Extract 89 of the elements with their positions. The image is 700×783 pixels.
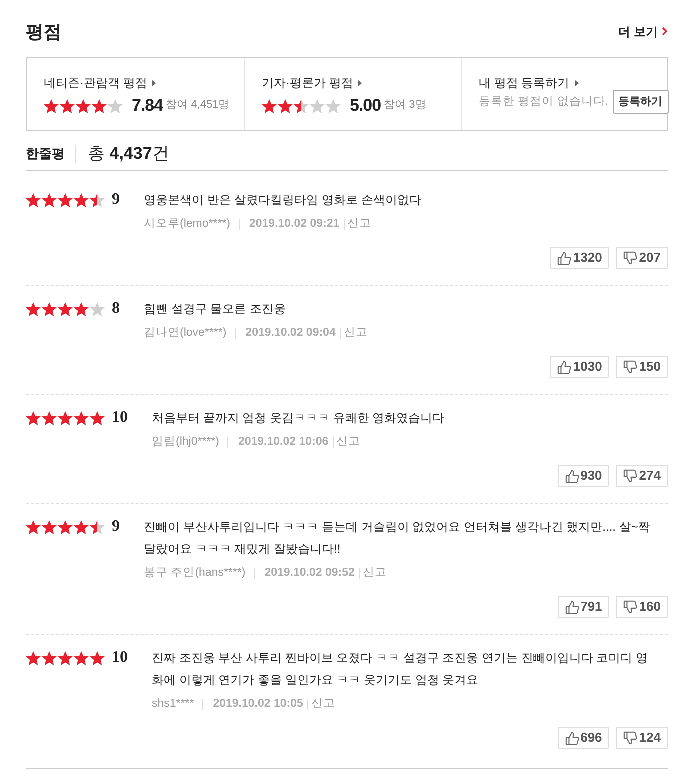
rating-link[interactable]: 네티즌·관람객 평점 xyxy=(44,74,156,92)
half-star-icon xyxy=(294,98,309,114)
average-score: 7.84 xyxy=(132,95,164,117)
no-rating-message: 등록한 평점이 없습니다. xyxy=(479,94,609,110)
review-author: 시오루(lemo****) xyxy=(144,217,230,232)
like-button[interactable]: 791 xyxy=(558,596,610,618)
star-icon xyxy=(278,98,293,114)
average-score: 5.00 xyxy=(350,95,382,117)
star-icon xyxy=(42,192,57,208)
review-author: 봉구 주인(hans****) xyxy=(144,566,246,582)
star-icon xyxy=(90,410,105,426)
star-icon xyxy=(60,98,75,114)
thumbs-down-icon xyxy=(623,360,638,375)
star-icon xyxy=(58,520,73,535)
chevron-right-icon xyxy=(662,27,668,36)
thumbs-up-icon xyxy=(564,468,580,484)
review-score: 9 xyxy=(112,190,120,210)
star-icon xyxy=(58,650,73,666)
star-icon xyxy=(58,302,73,317)
review-author: 김나연(love****) xyxy=(144,326,227,342)
caret-right-icon xyxy=(358,80,362,86)
review-date: 2019.10.02 10:05 xyxy=(202,698,304,710)
star-icon xyxy=(44,98,59,114)
review-text: 힘뺀 설경구 물오른 조진웅 xyxy=(144,301,288,318)
star-icon xyxy=(26,650,41,666)
review-date: 2019.10.02 09:52 xyxy=(254,568,355,579)
review-score: 8 xyxy=(112,299,120,320)
star-icon xyxy=(42,650,57,666)
star-icon xyxy=(90,650,105,666)
star-icon xyxy=(42,410,57,426)
like-button[interactable]: 696 xyxy=(558,727,610,750)
star-icon xyxy=(42,302,57,317)
rating-link[interactable]: 기자·평론가 평점 xyxy=(262,74,362,92)
star-icon xyxy=(26,302,41,317)
star-icon xyxy=(74,192,89,208)
star-icon xyxy=(26,192,41,208)
star-icon xyxy=(74,520,89,535)
star-icon xyxy=(92,98,107,114)
thumbs-down-icon xyxy=(623,468,638,484)
like-button[interactable]: 1320 xyxy=(550,247,610,270)
comments-title: 한줄평 xyxy=(26,145,65,163)
review-score: 9 xyxy=(112,517,120,538)
review-text: 진빼이 부산사투리입니다 ㅋㅋㅋ 듣는데 거슬림이 없었어요 언터쳐블 생각나긴 했지만.... 살~짝 달랐어요 ㅋㅋㅋ 재밌게 잘봤습니다!! xyxy=(144,519,652,558)
review-text: 진짜 조진웅 부산 사투리 찐바이브 오졌다 ㅋㅋ 설경구 조진웅 연기는 진빼이입니다 코미디 영화에 이렇게 연기가 좋을 일인가요 ㅋㅋ 웃기기도 엄청 웃겨요 xyxy=(152,650,650,690)
review-date: 2019.10.02 09:21 xyxy=(238,218,340,230)
dislike-button[interactable]: 160 xyxy=(616,596,668,618)
review-date: 2019.10.02 09:04 xyxy=(234,328,336,339)
star-icon xyxy=(74,650,89,666)
thumbs-down-icon xyxy=(623,730,638,746)
participant-count: 참여 3명 xyxy=(384,98,426,114)
register-rating-button[interactable]: 등록하기 xyxy=(612,90,669,114)
dislike-button[interactable]: 207 xyxy=(616,247,668,270)
review-score: 10 xyxy=(112,408,128,428)
thumbs-up-icon xyxy=(557,360,572,375)
thumbs-up-icon xyxy=(564,730,580,746)
review-score: 10 xyxy=(112,648,128,668)
review-author: 임림(lhj0****) xyxy=(152,435,220,450)
dislike-button[interactable]: 150 xyxy=(616,356,668,378)
like-button[interactable]: 1030 xyxy=(550,356,610,378)
like-button[interactable]: 930 xyxy=(558,465,610,488)
comments-total: 총 4,437건 xyxy=(75,145,170,164)
caret-right-icon xyxy=(152,80,156,86)
participant-count: 참여 4,451명 xyxy=(166,98,230,114)
thumbs-up-icon xyxy=(564,600,580,615)
review-date: 2019.10.02 10:06 xyxy=(227,436,329,448)
review-text: 처음부터 끝까지 엄청 웃김ㅋㅋㅋ 유쾌한 영화였습니다 xyxy=(152,410,446,428)
review-author: shs1**** xyxy=(152,697,194,712)
section-title: 평점 xyxy=(26,21,62,44)
dislike-button[interactable]: 274 xyxy=(616,465,668,488)
half-star-icon xyxy=(90,192,105,208)
star-icon xyxy=(42,520,57,535)
star-icon xyxy=(76,98,91,114)
empty-star-icon xyxy=(90,302,105,317)
dislike-button[interactable]: 124 xyxy=(616,727,668,750)
review-text: 영웅본색이 반은 살렸다킬링타임 영화로 손색이없다 xyxy=(144,192,422,210)
rating-link[interactable]: 내 평점 등록하기 xyxy=(479,74,579,92)
more-link[interactable]: 더 보기 xyxy=(618,24,668,40)
thumbs-up-icon xyxy=(557,250,572,266)
thumbs-down-icon xyxy=(623,600,638,615)
star-icon xyxy=(26,410,41,426)
thumbs-down-icon xyxy=(623,250,638,266)
half-star-icon xyxy=(90,520,105,535)
star-icon xyxy=(58,192,73,208)
caret-right-icon xyxy=(574,80,579,86)
star-icon xyxy=(58,410,73,426)
star-icon xyxy=(262,98,277,114)
star-icon xyxy=(26,520,41,535)
star-icon xyxy=(74,302,89,317)
star-icon xyxy=(74,410,89,426)
